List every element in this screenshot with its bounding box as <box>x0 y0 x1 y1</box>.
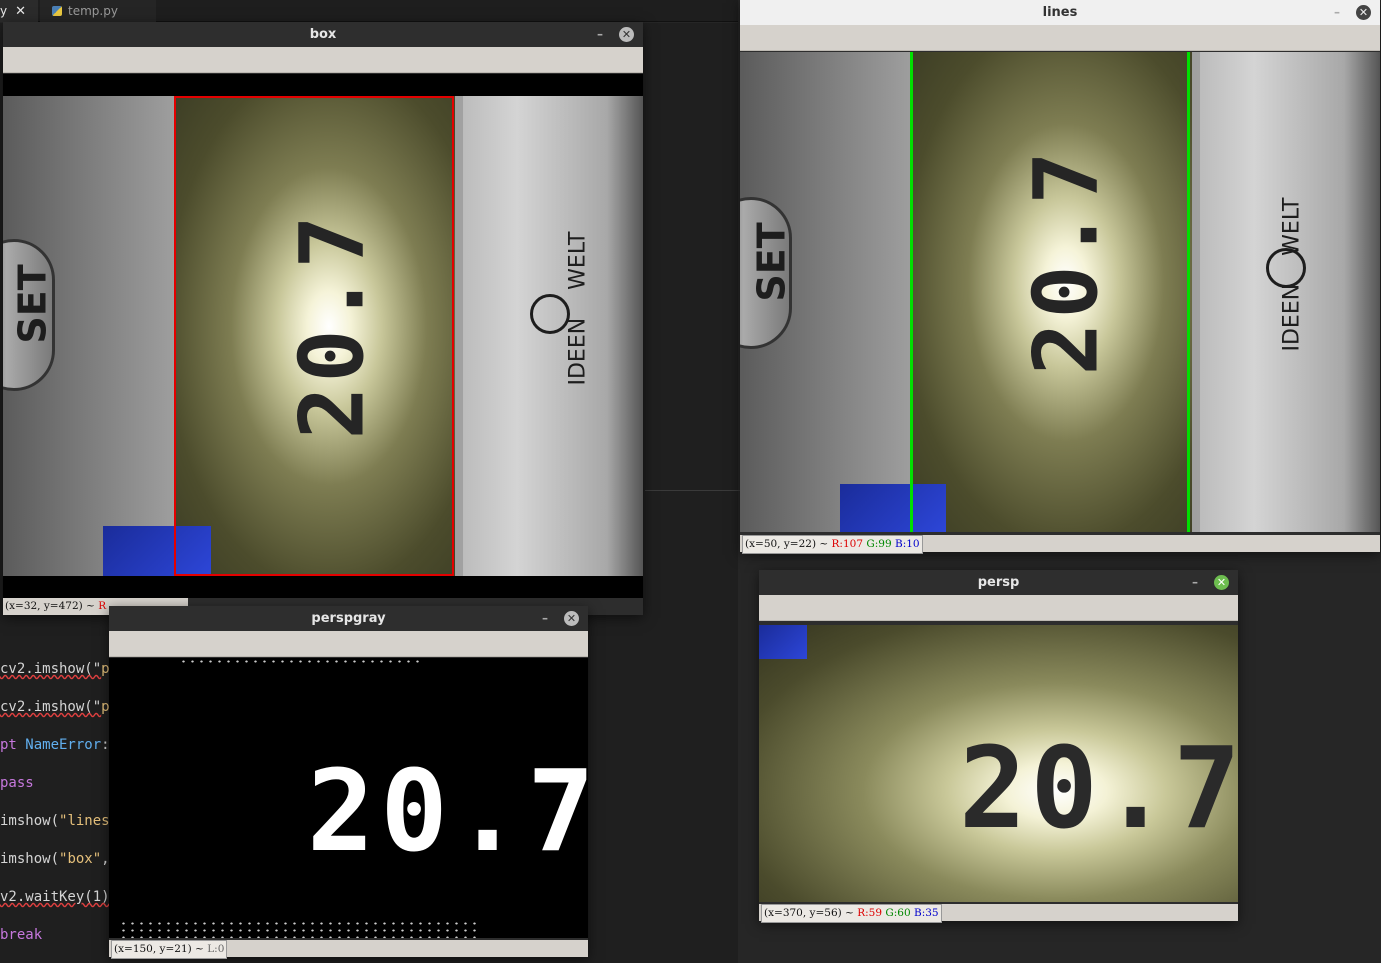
status-position: (x=32, y=472) ~ <box>5 600 99 612</box>
lines-titlebar[interactable]: lines – ✕ <box>740 0 1380 25</box>
editor-tab-active[interactable]: y ✕ <box>0 0 38 22</box>
box-window[interactable]: box – ✕ SET 20.7 IDEENWELT (x=32, y=472)… <box>3 22 643 615</box>
lines-toolbar <box>740 25 1380 51</box>
perspgray-toolbar <box>109 631 588 657</box>
lcd-digits: 20.7 <box>1014 147 1118 376</box>
status-position: (x=150, y=21) ~ <box>114 943 208 955</box>
close-icon[interactable]: ✕ <box>1356 5 1371 20</box>
threshold-noise-bottom <box>119 920 479 938</box>
brand-logo-icon <box>1266 248 1306 288</box>
code-line: cv2.imshow("p <box>0 660 110 679</box>
code-line: imshow("box", <box>0 850 110 869</box>
minimize-icon[interactable]: – <box>1192 570 1198 595</box>
code-text: cv2.imshow(" <box>0 699 102 715</box>
persp-image[interactable]: 20.7 <box>759 625 1238 902</box>
persp-toolbar <box>759 595 1238 621</box>
code-snippet: cv2.imshow("p cv2.imshow("p pt NameError… <box>0 641 110 963</box>
close-icon[interactable]: ✕ <box>564 611 579 626</box>
code-string: "lines <box>59 813 110 829</box>
set-label: SET <box>10 264 55 344</box>
persp-titlebar[interactable]: persp – ✕ <box>759 570 1238 595</box>
status-readout: (x=50, y=22) ~ R:107 G:99 B:10 <box>742 535 923 554</box>
lines-statusbar: (x=50, y=22) ~ R:107 G:99 B:10 <box>740 535 1380 554</box>
perspgray-statusbar: (x=150, y=21) ~ L:0 <box>109 940 588 959</box>
detected-line-right <box>1187 52 1190 532</box>
close-icon[interactable]: ✕ <box>1214 575 1229 590</box>
code-text: v2.waitKey(1) <box>0 889 110 905</box>
box-titlebar[interactable]: box – ✕ <box>3 22 643 47</box>
window-title: persp <box>977 575 1020 590</box>
minimize-icon[interactable]: – <box>597 22 603 47</box>
blue-chip <box>840 484 946 532</box>
lines-image[interactable]: SET 20.7 IDEEN WELT <box>740 52 1380 532</box>
code-text: cv2.imshow(" <box>0 661 102 677</box>
window-title: perspgray <box>311 611 386 626</box>
editor-tab-bar: y ✕ temp.py <box>0 0 738 22</box>
set-label: SET <box>749 222 794 302</box>
status-b: B:35 <box>914 907 939 919</box>
code-keyword: break <box>0 927 43 943</box>
code-line: cv2.imshow("p <box>0 698 110 717</box>
editor-tab-temp-py[interactable]: temp.py <box>40 0 156 22</box>
binary-digits: 20.7 <box>307 747 588 877</box>
brand-logo-icon <box>530 294 570 334</box>
window-title: box <box>309 27 337 42</box>
code-keyword: pass <box>0 775 34 791</box>
code-text: imshow( <box>0 851 60 867</box>
code-line: v2.waitKey(1) <box>0 888 110 907</box>
minimize-icon[interactable]: – <box>542 606 548 631</box>
persp-window[interactable]: persp – ✕ 20.7 (x=370, y=56) ~ R:59 G:60… <box>759 570 1238 923</box>
python-file-icon <box>52 6 62 16</box>
close-icon[interactable]: ✕ <box>15 1 26 23</box>
code-line: imshow("lines <box>0 812 110 831</box>
lines-window[interactable]: lines – ✕ SET 20.7 IDEEN WELT (x=50, y=22… <box>740 0 1380 554</box>
brand-label-welt: WELT <box>565 231 591 290</box>
window-title: lines <box>1042 5 1078 20</box>
perspgray-image[interactable]: 20.7 <box>109 658 588 938</box>
perspgray-titlebar[interactable]: perspgray – ✕ <box>109 606 588 631</box>
status-r: R <box>98 600 107 612</box>
detected-line-left <box>910 52 913 532</box>
persp-digits: 20.7 <box>959 724 1238 854</box>
status-r: R:59 <box>857 907 883 919</box>
editor-divider <box>645 490 740 491</box>
threshold-noise-top <box>179 658 419 664</box>
blue-chip <box>759 625 807 659</box>
box-image[interactable]: SET 20.7 IDEENWELT <box>3 74 643 598</box>
status-g: G:99 <box>866 538 892 550</box>
brand-label-ideen: IDEEN <box>565 317 591 386</box>
persp-statusbar: (x=370, y=56) ~ R:59 G:60 B:35 <box>759 904 1238 923</box>
status-g: G:60 <box>885 907 911 919</box>
code-line: break <box>0 926 110 945</box>
brand-label-welt: WELT <box>1279 197 1305 256</box>
status-l: L:0 <box>207 943 225 955</box>
minimize-icon[interactable]: – <box>1334 0 1340 25</box>
status-r: R:107 <box>831 538 864 550</box>
code-class: NameError <box>16 737 102 753</box>
editor-tab-label: temp.py <box>68 4 118 18</box>
status-readout: (x=370, y=56) ~ R:59 G:60 B:35 <box>761 904 942 923</box>
box-toolbar <box>3 47 643 73</box>
status-readout: (x=150, y=21) ~ L:0 <box>111 940 228 959</box>
perspgray-window[interactable]: perspgray – ✕ 20.7 (x=150, y=21) ~ L:0 <box>109 606 588 959</box>
code-keyword: pt <box>0 737 17 753</box>
code-line: pass <box>0 774 110 793</box>
close-icon[interactable]: ✕ <box>619 27 634 42</box>
code-line: pt NameError: <box>0 736 110 755</box>
device-right-panel <box>463 96 643 576</box>
code-text: imshow( <box>0 813 60 829</box>
editor-tab-active-label: y <box>0 4 8 18</box>
code-string: "box" <box>59 851 102 867</box>
status-b: B:10 <box>895 538 920 550</box>
brand-label-ideen: IDEEN <box>1279 283 1305 352</box>
detected-box <box>174 96 454 576</box>
status-position: (x=370, y=56) ~ <box>764 907 858 919</box>
status-position: (x=50, y=22) ~ <box>745 538 832 550</box>
